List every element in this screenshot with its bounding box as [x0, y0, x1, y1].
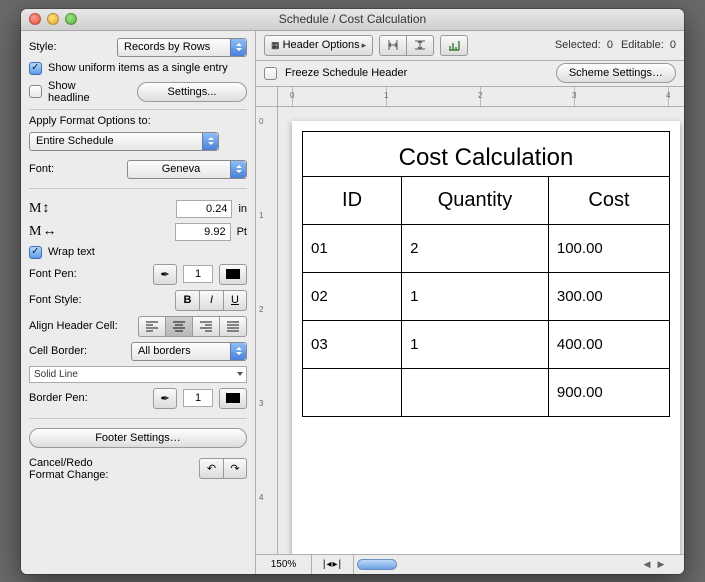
- show-headline-checkbox[interactable]: [29, 85, 42, 98]
- cancel-redo-label-2: Format Change:: [29, 469, 108, 481]
- table-row: 02 1 300.00: [303, 272, 670, 320]
- cell-border-select[interactable]: All borders: [131, 342, 247, 361]
- col-header-qty: Quantity: [402, 176, 549, 224]
- apply-format-label: Apply Format Options to:: [29, 115, 247, 127]
- header-options-button[interactable]: ▦ Header Options▸: [264, 35, 373, 56]
- editable-value: 0: [670, 39, 676, 51]
- horizontal-scrollbar[interactable]: [354, 559, 640, 570]
- freeze-header-checkbox[interactable]: [264, 67, 277, 80]
- cell-border-label: Cell Border:: [29, 345, 87, 357]
- align-header-label: Align Header Cell:: [29, 320, 118, 332]
- border-pen-input[interactable]: [183, 389, 213, 407]
- col-header-cost: Cost: [548, 176, 669, 224]
- show-uniform-label: Show uniform items as a single entry: [48, 62, 247, 75]
- scroll-left-icon[interactable]: ◀: [640, 557, 654, 571]
- undo-button[interactable]: ↶: [199, 458, 223, 479]
- chevron-updown-icon: [230, 343, 246, 360]
- show-headline-label: Show headline: [48, 80, 100, 104]
- schedule-title: Cost Calculation: [302, 131, 670, 176]
- selected-value: 0: [607, 39, 613, 51]
- row-height-icon[interactable]: [406, 35, 434, 56]
- table-row: 01 2 100.00: [303, 224, 670, 272]
- settings-button[interactable]: Settings...: [137, 82, 247, 102]
- border-color-swatch[interactable]: [219, 388, 247, 409]
- font-pen-label: Font Pen:: [29, 268, 77, 280]
- underline-button[interactable]: U: [223, 290, 247, 311]
- align-center-icon[interactable]: [165, 316, 192, 337]
- col-header-id: ID: [303, 176, 402, 224]
- font-pen-input[interactable]: [183, 265, 213, 283]
- editable-label: Editable:: [621, 39, 664, 51]
- schedule-sheet: Cost Calculation ID Quantity Cost 01 2 1…: [292, 121, 680, 554]
- canvas[interactable]: Cost Calculation ID Quantity Cost 01 2 1…: [278, 107, 684, 554]
- total-cost[interactable]: 900.00: [548, 368, 669, 416]
- style-label: Style:: [29, 41, 57, 53]
- align-right-icon[interactable]: [192, 316, 219, 337]
- app-window: Schedule / Cost Calculation Style: Recor…: [21, 9, 684, 574]
- toolbar-secondary: Freeze Schedule Header Scheme Settings…: [256, 61, 684, 87]
- chart-icon[interactable]: [440, 35, 468, 56]
- tracking-icon: M↔: [29, 224, 57, 240]
- main-panel: ▦ Header Options▸ Selected: 0 Editable: …: [256, 31, 684, 574]
- toolbar: ▦ Header Options▸ Selected: 0 Editable: …: [256, 31, 684, 61]
- line-height-icon: M↕: [29, 201, 50, 217]
- scheme-settings-button[interactable]: Scheme Settings…: [556, 63, 676, 83]
- redo-button[interactable]: ↷: [223, 458, 247, 479]
- format-sidebar: Style: Records by Rows Show uniform item…: [21, 31, 256, 574]
- scroll-right-icon[interactable]: ▶: [654, 557, 668, 571]
- border-pen-label: Border Pen:: [29, 392, 88, 404]
- table-row: 03 1 400.00: [303, 320, 670, 368]
- border-pen-eyedropper-icon[interactable]: ✒: [153, 388, 177, 409]
- show-uniform-checkbox[interactable]: [29, 62, 42, 75]
- window-title: Schedule / Cost Calculation: [21, 12, 684, 26]
- zoom-level[interactable]: 150%: [256, 555, 312, 574]
- pen-color-swatch[interactable]: [219, 264, 247, 285]
- schedule-table: ID Quantity Cost 01 2 100.00 02: [302, 176, 670, 417]
- font-label: Font:: [29, 163, 54, 175]
- apply-format-select[interactable]: Entire Schedule: [29, 132, 219, 151]
- align-justify-icon[interactable]: [219, 316, 247, 337]
- chevron-updown-icon: [202, 133, 218, 150]
- tracking-unit: Pt: [237, 226, 247, 238]
- align-left-icon[interactable]: [138, 316, 165, 337]
- column-width-icon[interactable]: [379, 35, 406, 56]
- italic-button[interactable]: I: [199, 290, 223, 311]
- table-row-total: 900.00: [303, 368, 670, 416]
- chevron-updown-icon: [230, 39, 246, 56]
- line-height-input[interactable]: [176, 200, 232, 218]
- bottom-bar: 150% |◂▸| ◀ ▶: [256, 554, 684, 574]
- titlebar: Schedule / Cost Calculation: [21, 9, 684, 31]
- tracking-input[interactable]: [175, 223, 231, 241]
- horizontal-ruler: 01234: [256, 87, 684, 107]
- line-style-select[interactable]: Solid Line: [29, 366, 247, 383]
- cancel-redo-label-1: Cancel/Redo: [29, 457, 108, 469]
- font-style-label: Font Style:: [29, 294, 82, 306]
- line-height-unit: in: [238, 203, 247, 215]
- style-select[interactable]: Records by Rows: [117, 38, 247, 57]
- wrap-text-checkbox[interactable]: [29, 246, 42, 259]
- vertical-ruler: 01234: [256, 107, 278, 554]
- page-nav[interactable]: |◂▸|: [312, 555, 354, 574]
- footer-settings-button[interactable]: Footer Settings…: [29, 428, 247, 448]
- pen-eyedropper-icon[interactable]: ✒: [153, 264, 177, 285]
- selected-label: Selected:: [555, 39, 601, 51]
- bold-button[interactable]: B: [175, 290, 199, 311]
- freeze-header-label: Freeze Schedule Header: [285, 67, 407, 79]
- font-select[interactable]: Geneva: [127, 160, 247, 179]
- chevron-updown-icon: [230, 161, 246, 178]
- wrap-text-label: Wrap text: [48, 246, 95, 258]
